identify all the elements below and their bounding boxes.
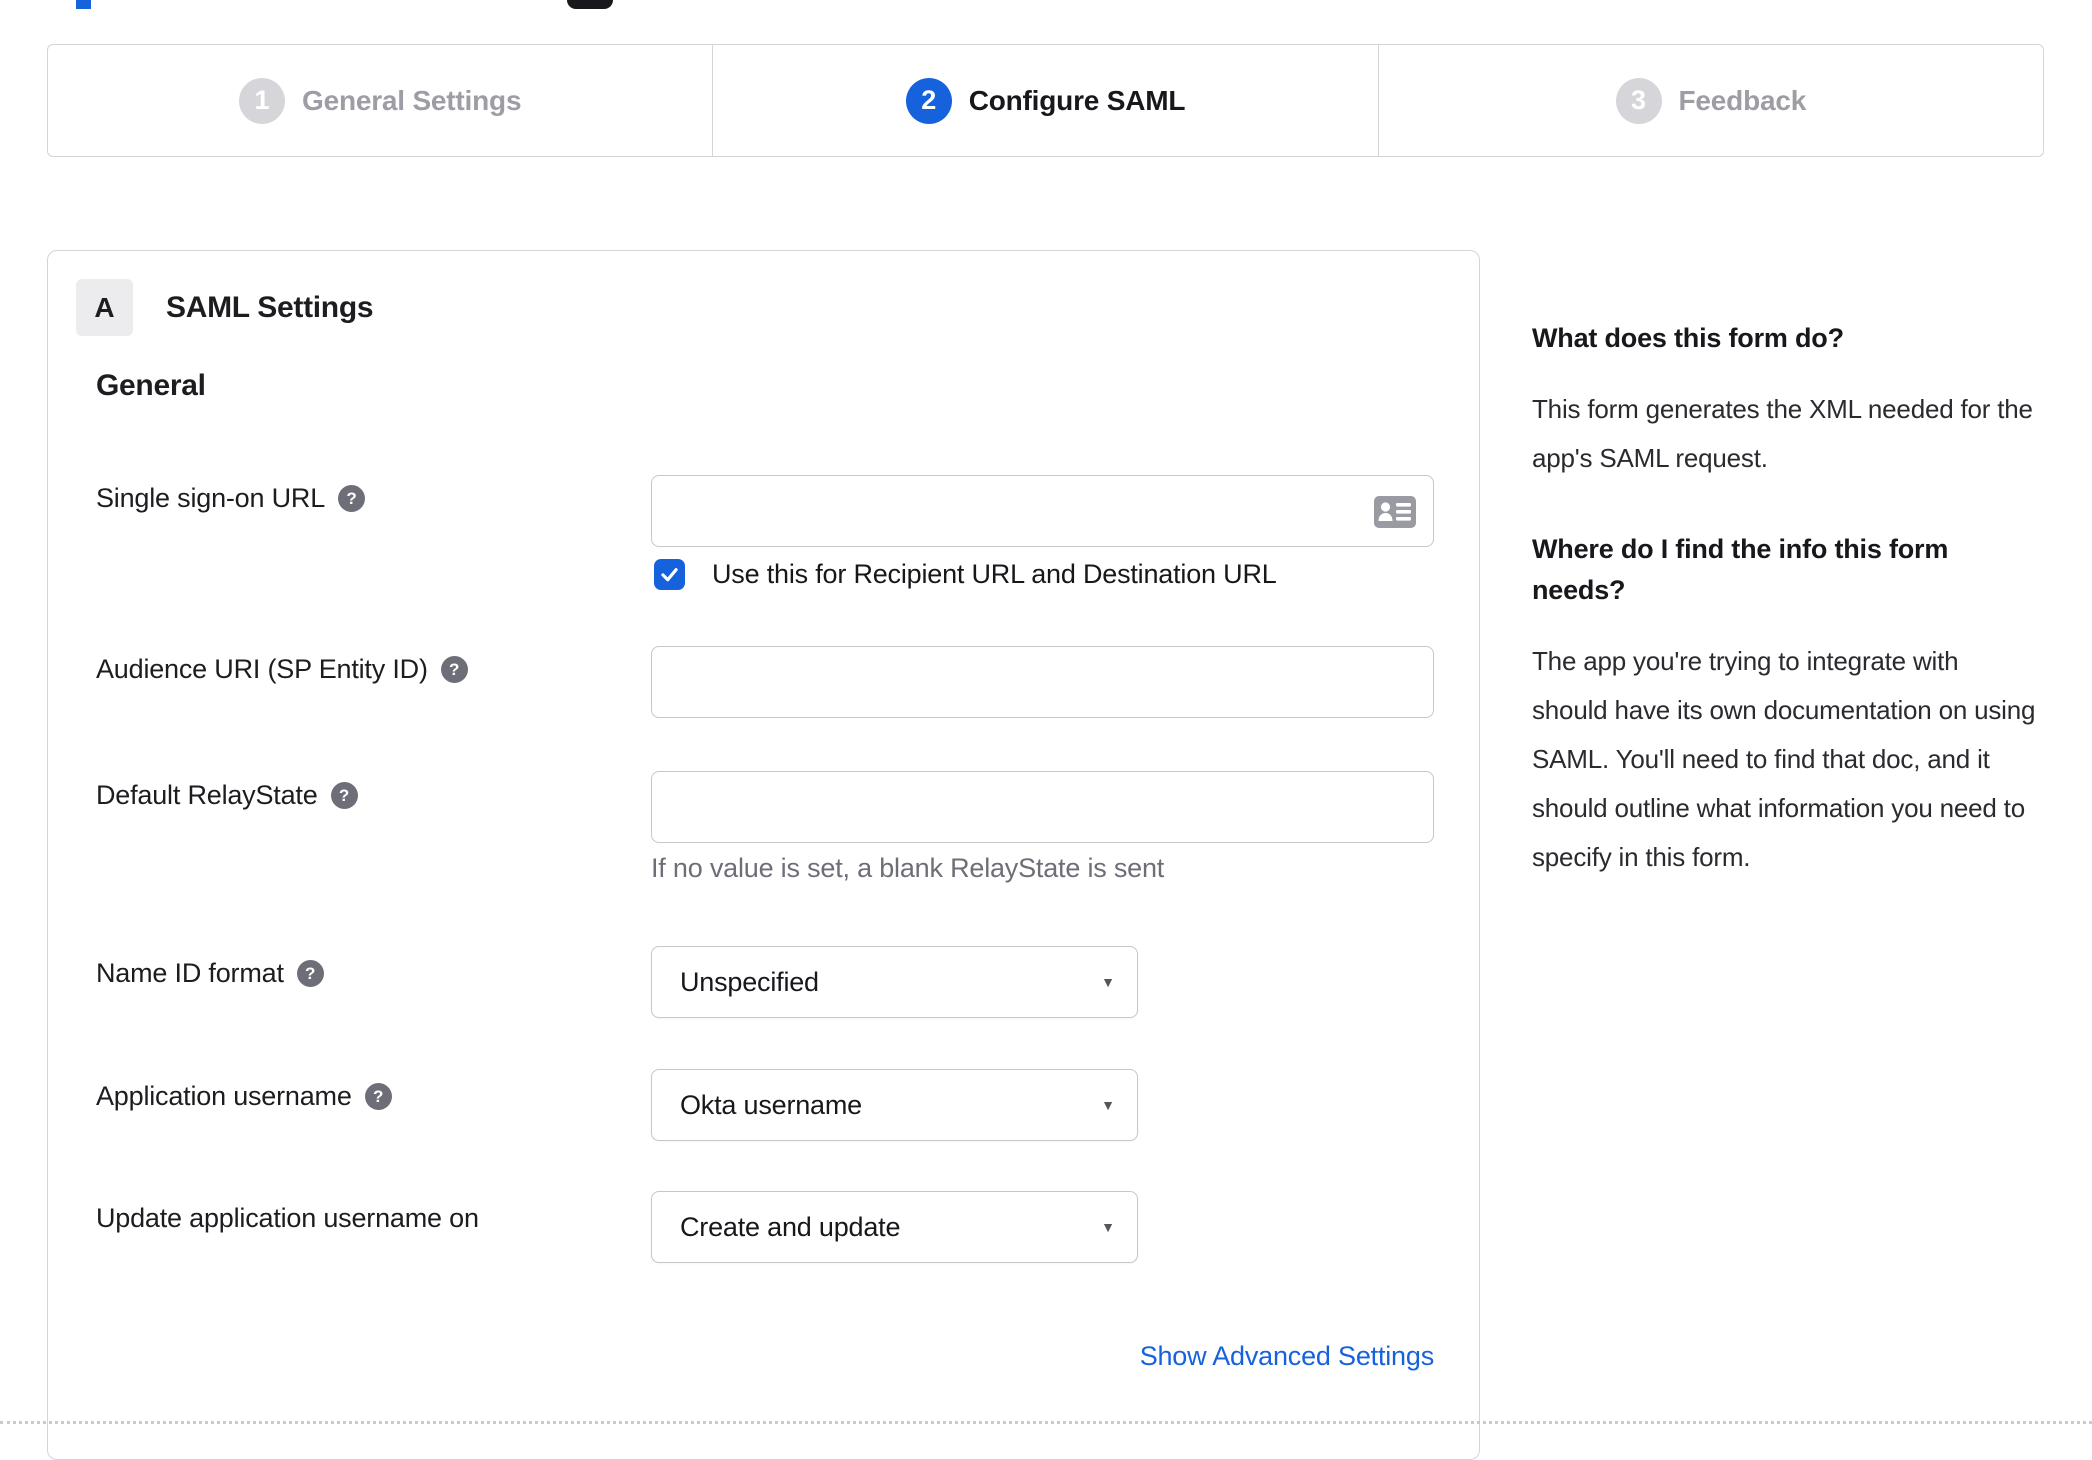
- name-id-format-select[interactable]: Unspecified ▼: [651, 946, 1138, 1018]
- name-id-format-label: Name ID format: [96, 958, 284, 988]
- section-a-badge: A: [76, 279, 133, 336]
- step-1-number-badge: 1: [239, 77, 285, 124]
- help-icon[interactable]: ?: [364, 1083, 392, 1110]
- recipient-destination-checkbox[interactable]: [654, 559, 685, 590]
- name-id-format-label-group: Name ID format ?: [96, 958, 324, 989]
- step-general-settings[interactable]: 1 General Settings: [48, 45, 712, 156]
- sidebar-heading-what: What does this form do?: [1532, 323, 1844, 353]
- sso-url-label: Single sign-on URL: [96, 483, 326, 513]
- name-id-format-value: Unspecified: [680, 966, 819, 997]
- saml-configuration-page: 1 General Settings 2 Configure SAML 3 Fe…: [0, 0, 2092, 1460]
- application-username-label-group: Application username ?: [96, 1081, 392, 1112]
- chevron-down-icon: ▼: [1101, 974, 1115, 990]
- checkmark-icon: [661, 568, 678, 582]
- step-2-number-badge: 2: [905, 77, 952, 124]
- relaystate-label: Default RelayState: [96, 780, 318, 810]
- sidebar-body-where: The app you're trying to integrate with …: [1532, 646, 2036, 872]
- application-username-label: Application username: [96, 1081, 352, 1111]
- help-icon[interactable]: ?: [330, 782, 358, 809]
- chevron-down-icon: ▼: [1101, 1219, 1115, 1235]
- wizard-stepper: 1 General Settings 2 Configure SAML 3 Fe…: [47, 44, 2044, 157]
- audience-uri-input-wrap: [651, 646, 1434, 718]
- section-divider-dashed: [0, 1421, 2092, 1424]
- sso-url-label-group: Single sign-on URL ?: [96, 483, 366, 514]
- help-icon[interactable]: ?: [440, 656, 468, 683]
- relaystate-label-group: Default RelayState ?: [96, 780, 358, 811]
- audience-uri-label: Audience URI (SP Entity ID): [96, 654, 428, 684]
- step-3-number-badge: 3: [1615, 77, 1662, 124]
- contact-card-icon: [1373, 495, 1417, 529]
- step-configure-saml[interactable]: 2 Configure SAML: [712, 45, 1377, 156]
- chevron-down-icon: ▼: [1101, 1097, 1115, 1113]
- update-username-label: Update application username on: [96, 1203, 479, 1233]
- sidebar-body-what: This form generates the XML needed for t…: [1532, 394, 2033, 473]
- help-icon[interactable]: ?: [338, 485, 366, 512]
- step-1-label: General Settings: [302, 84, 522, 116]
- audience-uri-label-group: Audience URI (SP Entity ID) ?: [96, 654, 468, 685]
- recipient-destination-checkbox-label: Use this for Recipient URL and Destinati…: [712, 559, 1277, 589]
- update-username-select[interactable]: Create and update ▼: [651, 1191, 1138, 1263]
- sso-url-input[interactable]: [652, 476, 1433, 546]
- application-username-select[interactable]: Okta username ▼: [651, 1069, 1138, 1141]
- application-username-value: Okta username: [680, 1089, 862, 1120]
- clipped-header-fragment: [76, 0, 91, 9]
- relaystate-input-wrap: [651, 771, 1434, 843]
- update-username-value: Create and update: [680, 1211, 901, 1242]
- sso-recipient-checkbox-row: Use this for Recipient URL and Destinati…: [654, 559, 1277, 590]
- help-icon[interactable]: ?: [296, 960, 324, 987]
- sidebar-heading-where: Where do I find the info this form needs…: [1532, 534, 1949, 605]
- step-2-label: Configure SAML: [968, 84, 1186, 116]
- step-feedback[interactable]: 3 Feedback: [1377, 45, 2043, 156]
- panel-title: SAML Settings: [166, 291, 374, 324]
- saml-settings-panel: A SAML Settings General Single sign-on U…: [47, 250, 1480, 1460]
- show-advanced-settings-link[interactable]: Show Advanced Settings: [1140, 1341, 1435, 1372]
- relaystate-input[interactable]: [652, 772, 1433, 842]
- help-sidebar: What does this form do? This form genera…: [1532, 318, 2040, 928]
- clipped-toggle-fragment: [567, 0, 613, 9]
- step-3-label: Feedback: [1678, 84, 1807, 116]
- general-heading: General: [96, 369, 206, 402]
- sso-url-input-wrap: [651, 475, 1434, 547]
- audience-uri-input[interactable]: [652, 647, 1433, 717]
- relaystate-hint: If no value is set, a blank RelayState i…: [651, 853, 1165, 883]
- update-username-label-group: Update application username on: [96, 1203, 479, 1234]
